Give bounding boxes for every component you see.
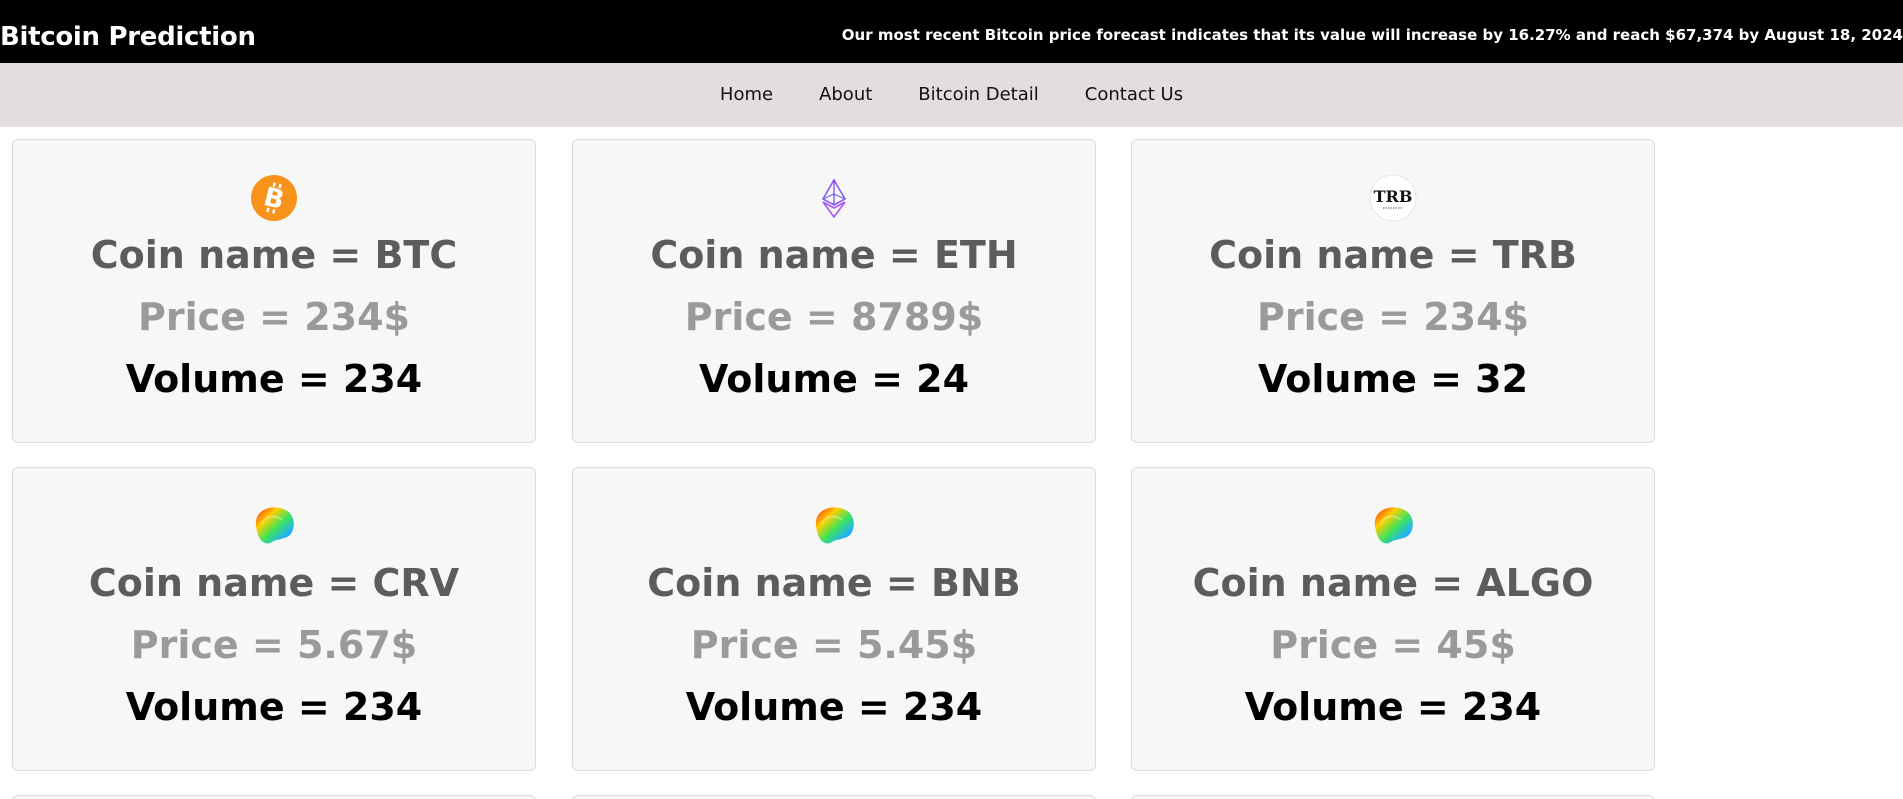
curve-icon (815, 507, 854, 544)
top-header-bar: Bitcoin Prediction Our most recent Bitco… (0, 0, 1903, 63)
coin-volume: Volume = 234 (125, 685, 423, 729)
ethereum-icon (821, 178, 847, 219)
coin-name: Coin name = CRV (88, 561, 460, 605)
coin-volume: Volume = 234 (125, 357, 423, 401)
coin-volume: Volume = 234 (1244, 685, 1542, 729)
main-navigation: Home About Bitcoin Detail Contact Us (0, 63, 1903, 127)
nav-bitcoin-detail-link[interactable]: Bitcoin Detail (895, 86, 1061, 104)
trb-logo-text: TRB (1374, 187, 1413, 206)
nav-about-link[interactable]: About (796, 86, 895, 104)
coin-name: Coin name = ETH (650, 233, 1018, 277)
coin-card-crv[interactable]: Coin name = CRV Price = 5.67$ Volume = 2… (12, 467, 536, 771)
coin-card-partial[interactable] (12, 795, 536, 799)
coin-card-btc[interactable]: B Coin name = BTC Price = 234$ Volume = … (12, 139, 536, 443)
coin-card-algo[interactable]: Coin name = ALGO Price = 45$ Volume = 23… (1131, 467, 1655, 771)
trb-logo-icon: TRB (1369, 174, 1417, 222)
site-brand-title[interactable]: Bitcoin Prediction (0, 24, 256, 50)
coin-price: Price = 234$ (138, 295, 410, 339)
forecast-ticker: Our most recent Bitcoin price forecast i… (841, 26, 1903, 44)
coin-price: Price = 5.67$ (130, 623, 418, 667)
coin-price: Price = 5.45$ (690, 623, 978, 667)
bitcoin-icon: B (251, 175, 297, 221)
coin-price: Price = 8789$ (684, 295, 984, 339)
coin-volume: Volume = 24 (698, 357, 970, 401)
curve-icon (1374, 507, 1413, 544)
curve-icon (255, 507, 294, 544)
coin-card-partial[interactable] (572, 795, 1096, 799)
nav-home-link[interactable]: Home (697, 86, 796, 104)
coin-volume: Volume = 234 (685, 685, 983, 729)
coin-card-eth[interactable]: Coin name = ETH Price = 8789$ Volume = 2… (572, 139, 1096, 443)
coin-card-partial[interactable] (1131, 795, 1655, 799)
coin-name: Coin name = TRB (1209, 233, 1577, 277)
coin-price: Price = 45$ (1270, 623, 1516, 667)
coin-name: Coin name = BTC (90, 233, 458, 277)
coin-price: Price = 234$ (1257, 295, 1529, 339)
nav-contact-us-link[interactable]: Contact Us (1062, 86, 1206, 104)
coin-name: Coin name = ALGO (1192, 561, 1594, 605)
coin-card-trb[interactable]: TRB Coin name = TRB Price = 234$ Volume … (1131, 139, 1655, 443)
coin-card-bnb[interactable]: Coin name = BNB Price = 5.45$ Volume = 2… (572, 467, 1096, 771)
coin-name: Coin name = BNB (647, 561, 1021, 605)
coin-volume: Volume = 32 (1257, 357, 1529, 401)
